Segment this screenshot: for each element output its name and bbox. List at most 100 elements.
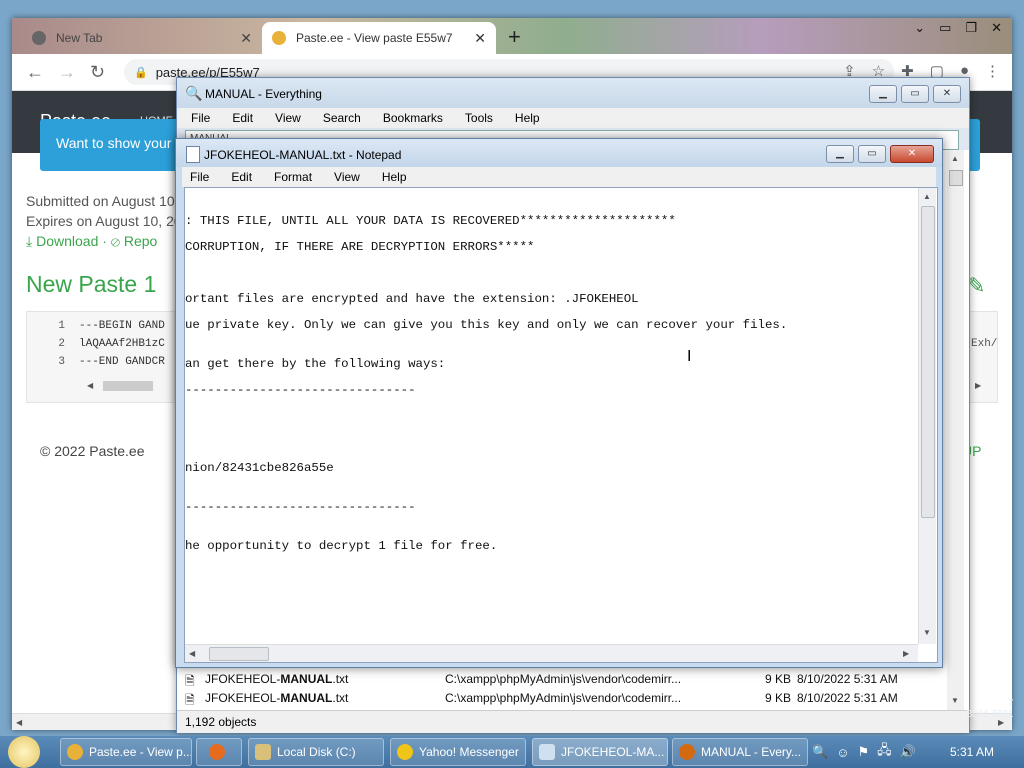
security-flag-icon[interactable]: ⚑ [857,744,869,760]
network-icon[interactable]: 🖧 [877,741,892,763]
chrome-window-controls: ⌄ ▭ ❐ ✕ [914,20,1002,36]
result-row[interactable]: 🗎 JFOKEHEOL-MANUAL.txt C:\xampp\phpMyAdm… [185,691,955,709]
download-link[interactable]: Download [36,233,98,249]
minimize-button[interactable]: ▁ [869,85,897,103]
text-line: ortant files are encrypted and have the … [185,292,639,306]
text-file-icon: 🗎 [185,674,195,688]
menu-help[interactable]: Help [501,108,548,128]
notepad-icon [539,744,555,760]
taskbar-label: Yahoo! Messenger [419,745,519,759]
everything-tray-icon[interactable]: 🔍 [812,744,828,760]
scroll-left-icon[interactable]: ◀ [16,718,22,727]
windows-build-watermark: 7 Build 7601 [966,698,1013,720]
menu-bookmarks[interactable]: Bookmarks [369,108,451,128]
menu-format[interactable]: Format [260,167,320,187]
scroll-thumb[interactable] [103,381,153,391]
start-orb-icon [8,736,40,768]
new-tab-button[interactable]: + [508,24,521,50]
menu-search[interactable]: Search [309,108,369,128]
messenger-tray-icon[interactable]: ☺ [836,745,849,760]
taskbar-item-chrome[interactable]: Paste.ee - View p... [60,738,192,766]
results-scrollbar[interactable]: ▲ ▼ [947,150,964,710]
taskbar-item-firefox[interactable] [196,738,242,766]
file-path: C:\xampp\phpMyAdmin\js\vendor\codemirr..… [445,672,682,686]
notepad-menubar: File Edit Format View Help [182,167,936,187]
scroll-down-icon[interactable]: ▼ [951,696,959,705]
clock[interactable]: 5:31 AM [950,745,994,759]
minimize-button[interactable]: ▭ [939,20,951,36]
window-controls: ▁ ▭ ✕ [869,85,961,103]
text-editor[interactable]: : THIS FILE, UNTIL ALL YOUR DATA IS RECO… [184,187,938,663]
text-line: : THIS FILE, UNTIL ALL YOUR DATA IS RECO… [185,214,676,228]
maximize-button[interactable]: ▭ [901,85,929,103]
tab-paste-ee[interactable]: Paste.ee - View paste E55w7 ✕ [262,22,496,54]
taskbar-item-notepad[interactable]: JFOKEHEOL-MA... [532,738,668,766]
close-button[interactable]: ✕ [991,20,1002,36]
vertical-scrollbar[interactable]: ▲ ▼ [918,188,936,644]
file-name: JFOKEHEOL-MANUAL.txt [205,672,349,686]
restore-button[interactable]: ❐ [965,20,977,36]
text-line: ------------------------------- [185,500,416,514]
taskbar-item-local-disk[interactable]: Local Disk (C:) [248,738,384,766]
menu-file[interactable]: File [177,108,218,128]
text-line: an get there by the following ways: [185,357,446,371]
start-button[interactable] [8,736,46,768]
taskbar-label: MANUAL - Every... [701,745,802,759]
scroll-thumb[interactable] [209,647,269,661]
chevron-down-icon[interactable]: ⌄ [914,20,925,36]
text-file-icon: 🗎 [185,693,195,707]
everything-titlebar: 🔍 MANUAL - Everything ▁ ▭ ✕ [177,78,969,108]
scroll-thumb[interactable] [921,206,935,518]
report-icon: ⊘ [110,233,120,249]
report-link[interactable]: Repo [124,233,157,249]
scroll-left-icon[interactable]: ◀ [87,381,93,390]
magnifier-icon [679,744,695,760]
tab-label: Paste.ee - View paste E55w7 [296,31,453,45]
back-icon[interactable]: ← [26,62,44,83]
menu-edit[interactable]: Edit [217,167,260,187]
watermark-line: Build 7601 [966,709,1014,720]
volume-icon[interactable]: 🔊 [900,744,916,760]
file-date: 8/10/2022 5:31 AM [797,691,898,705]
menu-tools[interactable]: Tools [451,108,501,128]
scroll-right-icon[interactable]: ▶ [975,381,981,390]
copyright: © 2022 Paste.ee [40,443,145,459]
taskbar-item-everything[interactable]: MANUAL - Every... [672,738,808,766]
horizontal-scrollbar[interactable]: ◀ ▶ [185,644,918,662]
window-title: MANUAL - Everything [205,87,322,101]
scroll-up-icon[interactable]: ▲ [923,192,931,201]
tab-label: New Tab [56,31,103,45]
close-button[interactable]: ✕ [933,85,961,103]
taskbar-label: Paste.ee - View p... [89,745,192,759]
scroll-left-icon[interactable]: ◀ [189,649,195,658]
reload-icon[interactable]: ↻ [90,62,105,83]
menu-view[interactable]: View [320,167,368,187]
text-line: ------------------------------- [185,383,416,397]
maximize-button[interactable]: ▭ [858,145,886,163]
file-date: 8/10/2022 5:31 AM [797,672,898,686]
result-row[interactable]: 🗎 JFOKEHEOL-MANUAL.txt C:\xampp\phpMyAdm… [185,672,955,690]
banner-text: Want to show your [56,135,172,151]
scroll-thumb[interactable] [949,170,963,186]
close-icon[interactable]: ✕ [240,30,252,47]
paste-title: New Paste 1 [26,271,157,297]
file-size: 9 KB [765,672,792,686]
close-icon[interactable]: ✕ [474,30,486,47]
menu-help[interactable]: Help [368,167,415,187]
scroll-down-icon[interactable]: ▼ [923,628,931,637]
menu-edit[interactable]: Edit [218,108,261,128]
taskbar-item-yahoo-messenger[interactable]: Yahoo! Messenger [390,738,526,766]
menu-dots-icon[interactable]: ⋮ [985,62,1000,80]
file-name: JFOKEHEOL-MANUAL.txt [205,691,349,705]
close-button[interactable]: ✕ [890,145,934,163]
taskbar-label: Local Disk (C:) [277,745,356,759]
file-size: 9 KB [765,691,792,705]
scroll-right-icon[interactable]: ▶ [903,649,909,658]
minimize-button[interactable]: ▁ [826,145,854,163]
object-count: 1,192 objects [185,715,257,729]
forward-icon[interactable]: → [58,62,76,83]
menu-file[interactable]: File [182,167,217,187]
menu-view[interactable]: View [261,108,309,128]
tab-new-tab[interactable]: New Tab ✕ [22,22,262,54]
scroll-up-icon[interactable]: ▲ [951,154,959,163]
